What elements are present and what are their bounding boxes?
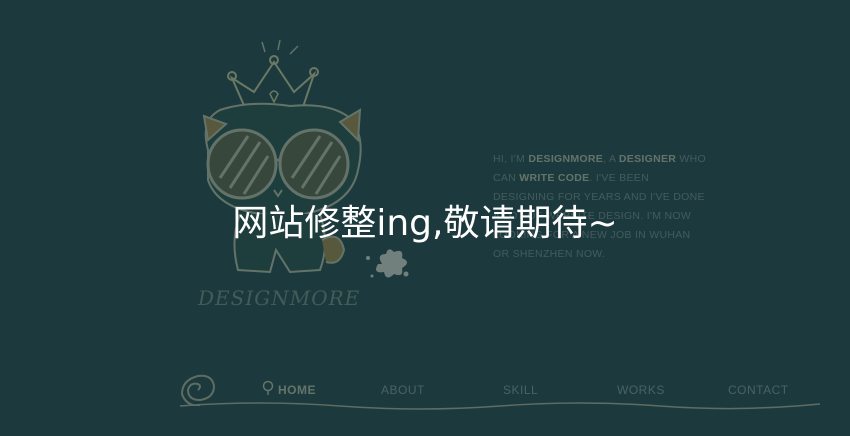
brand-logo-text: DESIGNMORE — [198, 286, 361, 310]
intro-skill: WRITE CODE — [519, 172, 590, 184]
nav-contact[interactable]: CONTACT — [728, 383, 789, 397]
nav-works[interactable]: WORKS — [617, 383, 665, 397]
nav-skill[interactable]: SKILL — [503, 383, 538, 397]
maintenance-message: 网站修整ing,敬请期待~ — [232, 203, 618, 244]
intro-name: DESIGNMORE — [528, 153, 604, 165]
ink-splat-icon — [366, 249, 409, 278]
nav-home[interactable]: HOME — [278, 383, 316, 397]
nav-about[interactable]: ABOUT — [381, 383, 425, 397]
intro-role: DESIGNER — [618, 153, 677, 165]
maintenance-page: DESIGNMORE Hi, I'm DESIGNMORE, a DESIGNE… — [0, 0, 850, 436]
main-nav: HOME ABOUT SKILL WORKS CONTACT — [0, 383, 850, 399]
